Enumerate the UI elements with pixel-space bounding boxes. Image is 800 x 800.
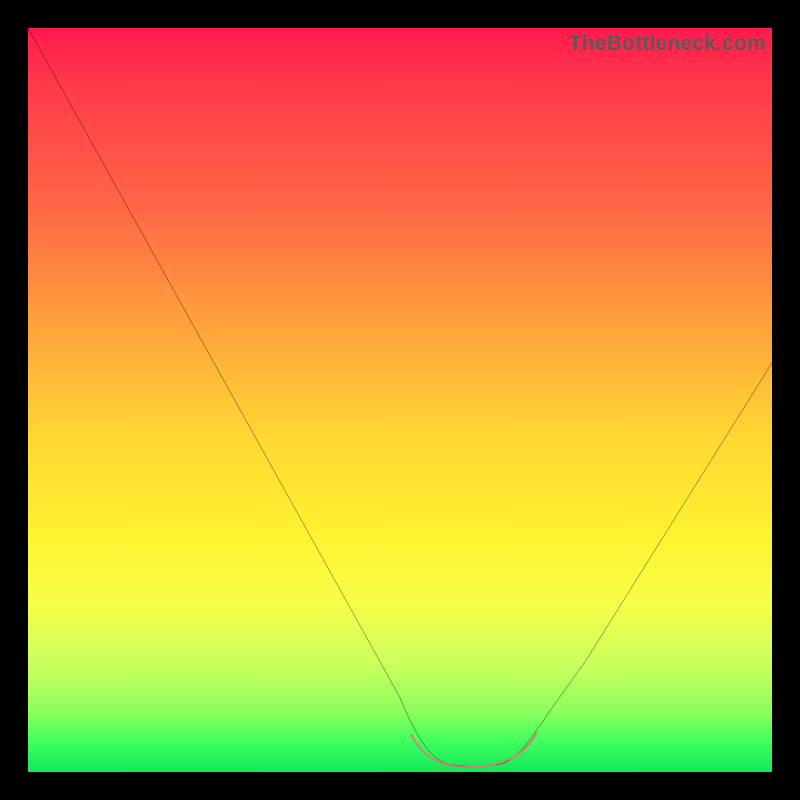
bottleneck-curve (28, 28, 772, 766)
chart-svg (28, 28, 772, 772)
chart-frame: TheBottleneck.com (0, 0, 800, 800)
plot-area: TheBottleneck.com (28, 28, 772, 772)
minimum-band (411, 733, 536, 767)
